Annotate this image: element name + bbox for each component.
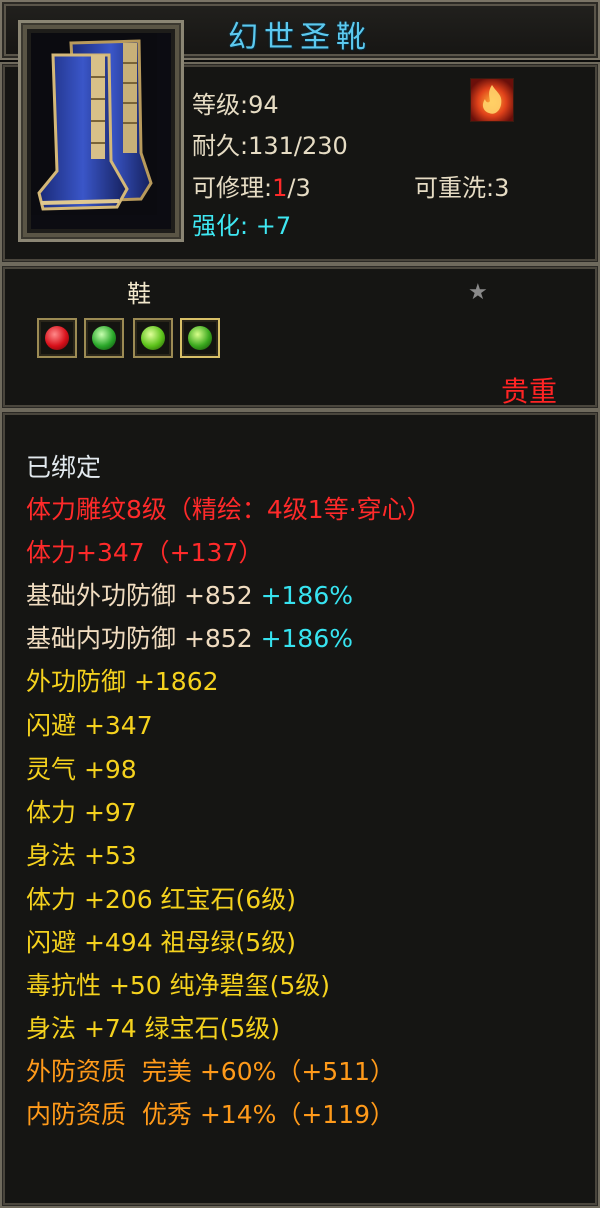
green-gem-icon <box>141 326 165 350</box>
dodge-line: 闪避 +347 <box>26 711 153 740</box>
item-repair: 可修理:1/3 <box>192 168 311 203</box>
green-gem-icon <box>188 326 212 350</box>
base-inner-def-pct: +186% <box>260 624 353 653</box>
engrave-line: 体力雕纹8级（精绘：4级1等·穿心） <box>26 495 432 524</box>
stamina-main-line: 体力+347（+137） <box>26 538 264 567</box>
enhance-value: +7 <box>255 212 292 240</box>
gem-socket-1[interactable] <box>37 318 77 358</box>
base-outer-def-text: 基础外功防御 +852 <box>26 581 253 610</box>
item-durability: 耐久:131/230 <box>192 132 348 160</box>
repair-suffix: /3 <box>287 174 311 202</box>
item-rewash: 可重洗:3 <box>414 174 510 202</box>
enhance-label: 强化: <box>192 212 249 240</box>
bound-status: 已绑定 <box>26 453 102 482</box>
base-inner-def-line: 基础内功防御 +852 +186% <box>26 619 353 655</box>
base-outer-def-line: 基础外功防御 +852 +186% <box>26 576 353 612</box>
red-gem-icon <box>45 326 69 350</box>
flame-emblem-icon <box>470 78 514 122</box>
gem-agility-line: 身法 +74 绿宝石(5级) <box>26 1014 281 1043</box>
item-icon-frame[interactable] <box>18 20 184 242</box>
item-type: 鞋 <box>127 280 151 308</box>
repair-prefix: 可修理: <box>192 174 273 202</box>
stamina-line: 体力 +97 <box>26 798 137 827</box>
rarity-label: 贵重 <box>501 375 558 408</box>
gem-dodge-line: 闪避 +494 祖母绿(5级) <box>26 928 296 957</box>
item-enhance: 强化: +7 <box>192 206 291 241</box>
outer-def-line: 外功防御 +1862 <box>26 667 219 696</box>
spirit-line: 灵气 +98 <box>26 755 137 784</box>
gem-socket-3[interactable] <box>133 318 173 358</box>
star-icon: ★ <box>468 280 488 305</box>
base-outer-def-pct: +186% <box>260 581 353 610</box>
green-gem-icon <box>92 326 116 350</box>
gem-stamina-line: 体力 +206 红宝石(6级) <box>26 885 296 914</box>
gem-socket-4[interactable] <box>180 318 220 358</box>
item-level: 等级:94 <box>192 91 279 119</box>
inner-aptitude-line: 内防资质 优秀 +14%（+119） <box>26 1100 396 1129</box>
flame-shape-icon <box>482 85 502 114</box>
repair-current: 1 <box>272 174 288 202</box>
blue-boots-icon <box>31 33 157 215</box>
gem-socket-2[interactable] <box>84 318 124 358</box>
base-inner-def-text: 基础内功防御 +852 <box>26 624 253 653</box>
agility-line: 身法 +53 <box>26 841 137 870</box>
outer-aptitude-line: 外防资质 完美 +60%（+511） <box>26 1057 396 1086</box>
gem-poison-line: 毒抗性 +50 纯净碧玺(5级) <box>26 971 331 1000</box>
